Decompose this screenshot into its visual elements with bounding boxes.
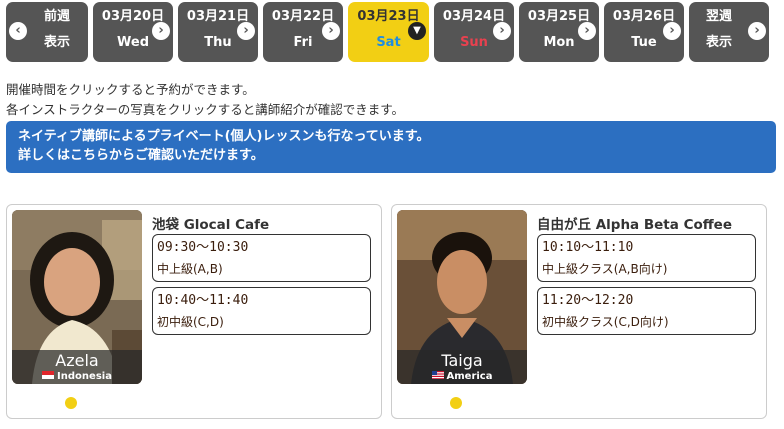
chevron-right-icon: › <box>578 22 596 40</box>
next-week-sublabel: 表示 <box>705 35 732 50</box>
prev-week-label: 前週 <box>43 9 70 24</box>
next-week-button[interactable]: 翌週 表示 › <box>689 2 769 62</box>
chevron-right-icon: › <box>493 22 511 40</box>
lesson-slot[interactable]: 11:20〜12:20 初中級クラス(C,D向け) <box>537 287 756 335</box>
note-line: 各インストラクターの写真をクリックすると講師紹介が確認できます。 <box>6 102 405 117</box>
venue-name: 自由が丘 Alpha Beta Coffee <box>537 217 732 233</box>
lesson-card: Taiga America 自由が丘 Alpha Beta Coffee 10:… <box>391 204 767 419</box>
chevron-right-icon: › <box>322 22 340 40</box>
slot-level: 初中級(C,D) <box>157 315 224 329</box>
chevron-right-icon: › <box>152 22 170 40</box>
private-lesson-banner[interactable]: ネイティブ講師によるプライベート(個人)レッスンも行なっています。 詳しくはこち… <box>6 121 776 173</box>
instructor-photo[interactable]: Taiga America <box>397 210 527 384</box>
status-indicator-dot <box>450 397 462 409</box>
country-name: Indonesia <box>57 371 112 382</box>
status-indicator-dot <box>65 397 77 409</box>
venue-name: 池袋 Glocal Cafe <box>152 217 270 233</box>
instruction-notes: 開催時間をクリックすると予約ができます。 各インストラクターの写真をクリックする… <box>6 80 404 120</box>
usa-flag-icon <box>431 371 444 379</box>
instructor-photo[interactable]: Azela Indonesia <box>12 210 142 384</box>
day-button-0324[interactable]: 03月24日 Sun › <box>434 2 514 62</box>
slot-time: 10:10〜11:10 <box>542 240 634 255</box>
indonesia-flag-icon <box>42 371 55 379</box>
chevron-right-icon: › <box>237 22 255 40</box>
slot-time: 10:40〜11:40 <box>157 293 249 308</box>
slot-time: 09:30〜10:30 <box>157 240 249 255</box>
lesson-slot[interactable]: 10:10〜11:10 中上級クラス(A,B向け) <box>537 234 756 282</box>
prev-week-button[interactable]: ‹ 前週 表示 <box>6 2 88 62</box>
chevron-down-icon: ▼ <box>408 22 426 40</box>
instructor-country: America <box>397 370 527 384</box>
banner-line: ネイティブ講師によるプライベート(個人)レッスンも行なっています。 <box>18 129 430 144</box>
day-button-0323-selected[interactable]: 03月23日 Sat ▼ <box>348 2 429 62</box>
day-button-0326[interactable]: 03月26日 Tue › <box>604 2 684 62</box>
chevron-right-icon: › <box>663 22 681 40</box>
instructor-country: Indonesia <box>12 370 142 384</box>
date-navigation: ‹ 前週 表示 03月20日 Wed › 03月21日 Thu › 03月22日… <box>6 2 778 62</box>
next-week-label: 翌週 <box>705 9 732 24</box>
lesson-slot[interactable]: 09:30〜10:30 中上級(A,B) <box>152 234 371 282</box>
chevron-right-icon: › <box>748 22 766 40</box>
lesson-slot[interactable]: 10:40〜11:40 初中級(C,D) <box>152 287 371 335</box>
banner-link-text[interactable]: 詳しくはこちらからご確認いただけます。 <box>18 146 764 165</box>
slot-time: 11:20〜12:20 <box>542 293 634 308</box>
instructor-name: Azela <box>55 351 99 370</box>
day-button-0325[interactable]: 03月25日 Mon › <box>519 2 599 62</box>
prev-week-sublabel: 表示 <box>43 35 70 50</box>
slot-level: 中上級クラス(A,B向け) <box>542 262 668 276</box>
lesson-card: Azela Indonesia 池袋 Glocal Cafe 09:30〜10:… <box>6 204 382 419</box>
day-button-0321[interactable]: 03月21日 Thu › <box>178 2 258 62</box>
note-line: 開催時間をクリックすると予約ができます。 <box>6 82 255 97</box>
country-name: America <box>446 371 493 382</box>
day-button-0322[interactable]: 03月22日 Fri › <box>263 2 343 62</box>
slot-level: 中上級(A,B) <box>157 262 223 276</box>
instructor-name: Taiga <box>441 351 483 370</box>
day-button-0320[interactable]: 03月20日 Wed › <box>93 2 173 62</box>
chevron-left-icon: ‹ <box>9 22 27 40</box>
slot-level: 初中級クラス(C,D向け) <box>542 315 669 329</box>
